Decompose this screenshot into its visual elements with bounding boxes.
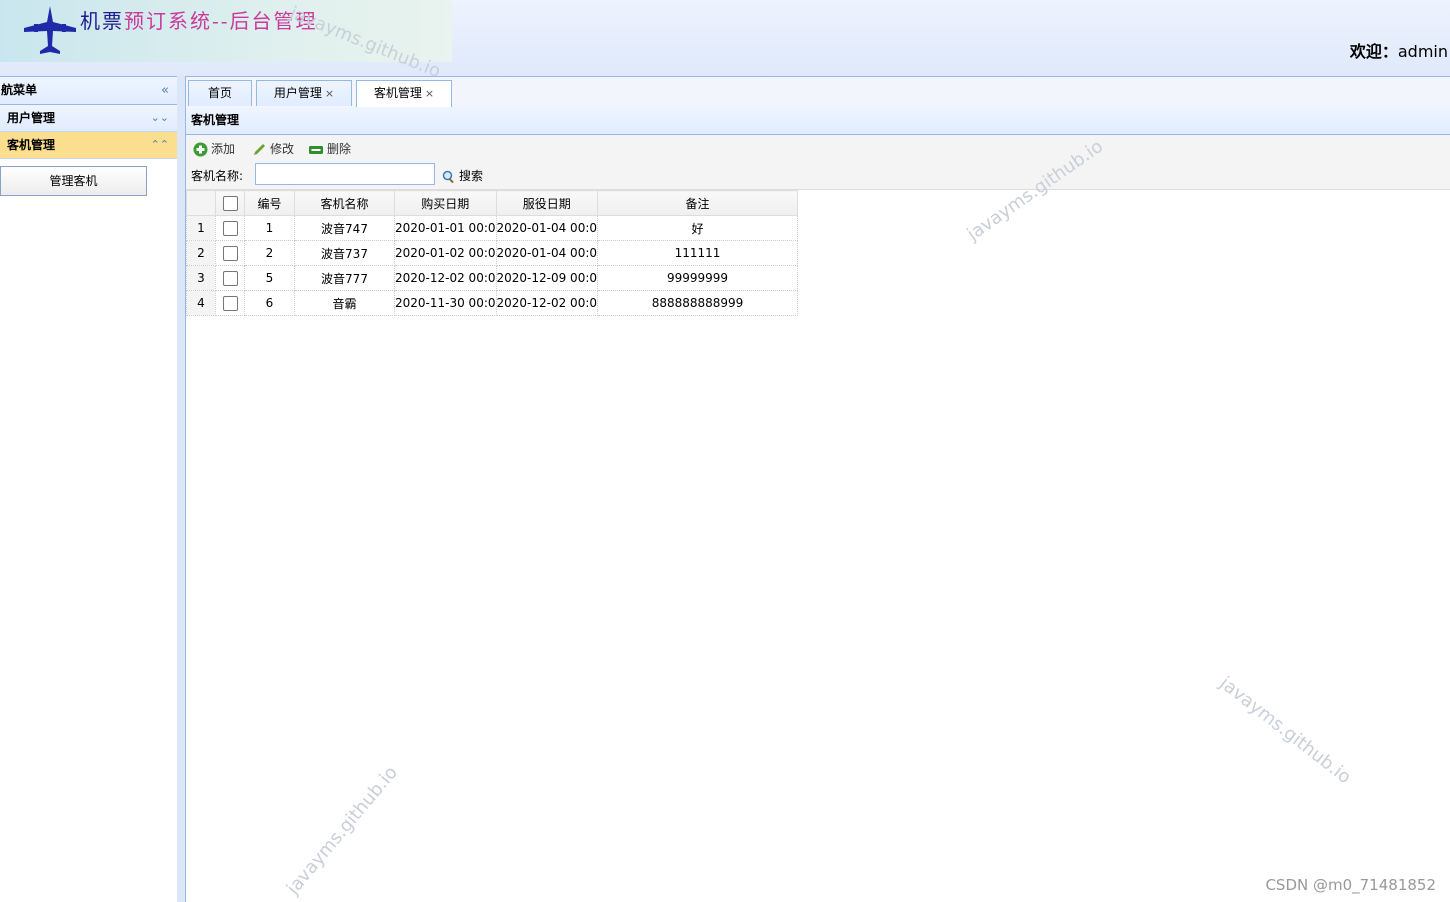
search-button[interactable]: 搜索	[442, 167, 483, 184]
add-icon	[193, 142, 208, 157]
row-checkbox[interactable]	[222, 270, 238, 286]
table-row[interactable]: 2 2 波音737 2020-01-02 00:0 2020-01-04 00:0 111…	[186, 240, 798, 266]
cell-service-date: 2020-12-02 00:0	[495, 290, 598, 316]
search-icon	[442, 170, 454, 183]
double-chevron-down-icon[interactable]: ⌄⌄	[151, 105, 169, 131]
double-chevron-up-icon[interactable]: ⌃⌃	[151, 132, 169, 158]
row-number: 1	[186, 215, 216, 241]
double-chevron-left-icon[interactable]: «	[161, 77, 169, 104]
add-button[interactable]: 添加	[193, 141, 235, 157]
credit-text: CSDN @m0_71481852	[1265, 876, 1436, 894]
pencil-icon	[254, 144, 265, 155]
row-checkbox[interactable]	[222, 220, 238, 236]
app-title-part1: 机票	[80, 9, 124, 33]
cell-plane-name: 音霸	[294, 290, 395, 316]
column-header-name[interactable]: 客机名称	[294, 190, 395, 216]
row-number: 3	[186, 265, 216, 291]
panel-title: 客机管理	[186, 107, 1450, 135]
row-checkbox[interactable]	[222, 245, 238, 261]
row-checkbox-cell[interactable]	[215, 265, 245, 291]
cell-note: 888888888999	[597, 290, 798, 316]
cell-service-date: 2020-12-09 00:0	[495, 265, 598, 291]
row-number: 4	[186, 290, 216, 316]
sidebar-title: 航菜单 «	[0, 76, 177, 105]
column-header-purchase-date[interactable]: 购买日期	[394, 190, 497, 216]
column-header-note[interactable]: 备注	[597, 190, 798, 216]
tab-plane-management[interactable]: 客机管理 ×	[356, 80, 452, 107]
row-checkbox-cell[interactable]	[215, 240, 245, 266]
accordion-user-management[interactable]: 用户管理 ⌄⌄	[0, 105, 177, 132]
tab-label: 首页	[207, 86, 232, 100]
edit-label: 修改	[270, 142, 295, 156]
tab-user-management[interactable]: 用户管理 ×	[256, 80, 352, 106]
select-all-checkbox-cell[interactable]	[215, 190, 245, 216]
table-row[interactable]: 3 5 波音777 2020-12-02 00:0 2020-12-09 00:0 999…	[186, 265, 798, 291]
delete-button[interactable]: 删除	[308, 141, 351, 157]
username: admin	[1397, 42, 1448, 61]
cell-id: 6	[244, 290, 295, 316]
cell-plane-name: 波音747	[294, 215, 395, 241]
row-checkbox-cell[interactable]	[215, 215, 245, 241]
manage-planes-button[interactable]: 管理客机	[0, 166, 147, 196]
splitter[interactable]	[177, 76, 186, 902]
accordion-label: 用户管理	[7, 111, 56, 125]
cell-id: 5	[244, 265, 295, 291]
sidebar: 航菜单 « 用户管理 ⌄⌄ 客机管理 ⌃⌃ 管理客机	[0, 76, 178, 902]
tab-label: 用户管理	[273, 86, 322, 100]
cell-purchase-date: 2020-11-30 00:0	[394, 290, 497, 316]
cell-purchase-date: 2020-01-01 00:0	[394, 215, 497, 241]
add-label: 添加	[211, 142, 236, 156]
cell-id: 1	[244, 215, 295, 241]
toolbar: 添加 修改 删除 客机名称: 搜索	[186, 135, 1450, 190]
app-title: 机票预订系统--后台管理	[80, 5, 318, 34]
sidebar-title-label: 航菜单	[1, 83, 38, 97]
row-checkbox-cell[interactable]	[215, 290, 245, 316]
cell-note: 111111	[597, 240, 798, 266]
cell-note: 99999999	[597, 265, 798, 291]
tab-home[interactable]: 首页	[188, 80, 252, 106]
data-grid: 编号 客机名称 购买日期 服役日期 备注 1 1 波音747 2020-01-01 0…	[186, 190, 798, 316]
table-row[interactable]: 1 1 波音747 2020-01-01 00:0 2020-01-04 00:0 好	[186, 215, 798, 241]
cell-note: 好	[597, 215, 798, 241]
column-header-service-date[interactable]: 服役日期	[495, 190, 598, 216]
edit-button[interactable]: 修改	[252, 141, 294, 157]
table-row[interactable]: 4 6 音霸 2020-11-30 00:0 2020-12-02 00:0 888888…	[186, 290, 798, 316]
minus-icon	[309, 146, 323, 154]
tab-label: 客机管理	[373, 86, 422, 100]
close-icon[interactable]: ×	[425, 87, 434, 100]
accordion-plane-management[interactable]: 客机管理 ⌃⌃	[0, 132, 177, 159]
cell-id: 2	[244, 240, 295, 266]
welcome-text: 欢迎：admin	[1350, 38, 1448, 62]
cell-service-date: 2020-01-04 00:0	[495, 240, 598, 266]
cell-purchase-date: 2020-12-02 00:0	[394, 265, 497, 291]
airplane-icon	[24, 6, 76, 54]
close-icon[interactable]: ×	[325, 87, 334, 100]
tab-bar: 首页 用户管理 × 客机管理 ×	[186, 76, 1450, 108]
header: 机票预订系统--后台管理 欢迎：admin	[0, 0, 1450, 76]
plane-name-search-input[interactable]	[255, 163, 435, 185]
column-header-id[interactable]: 编号	[244, 190, 295, 216]
row-number: 2	[186, 240, 216, 266]
grid-header-row: 编号 客机名称 购买日期 服役日期 备注	[186, 190, 798, 216]
select-all-checkbox[interactable]	[222, 195, 238, 211]
accordion-label: 客机管理	[7, 138, 56, 152]
search-label: 客机名称:	[191, 169, 244, 183]
welcome-label: 欢迎：	[1349, 42, 1398, 61]
delete-label: 删除	[327, 142, 352, 156]
search-button-label: 搜索	[459, 169, 484, 183]
rownum-header	[186, 190, 216, 216]
row-checkbox[interactable]	[222, 295, 238, 311]
cell-service-date: 2020-01-04 00:0	[495, 215, 598, 241]
cell-plane-name: 波音737	[294, 240, 395, 266]
cell-plane-name: 波音777	[294, 265, 395, 291]
cell-purchase-date: 2020-01-02 00:0	[394, 240, 497, 266]
